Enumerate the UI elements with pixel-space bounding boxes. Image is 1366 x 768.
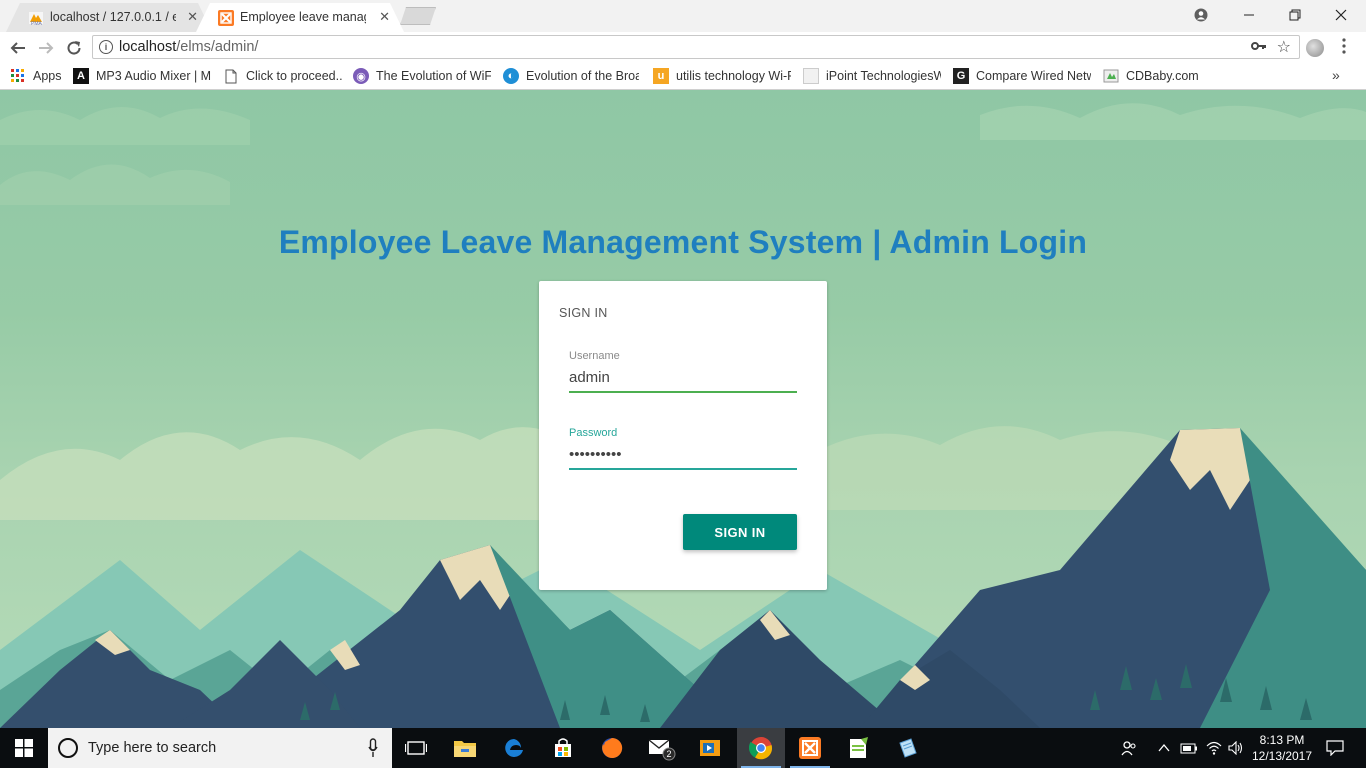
kebab-menu-icon[interactable] — [1340, 38, 1348, 54]
notification-icon[interactable] — [1320, 728, 1350, 768]
bookmark-item[interactable]: G Compare Wired Netw — [953, 67, 1091, 85]
cortana-icon — [58, 738, 78, 758]
xampp-icon — [218, 10, 234, 26]
microphone-icon[interactable] — [368, 738, 378, 758]
password-label: Password — [569, 427, 618, 439]
login-card: SIGN IN Username Password SIGN IN — [539, 281, 827, 590]
card-title: SIGN IN — [559, 306, 608, 320]
password-field[interactable] — [569, 440, 797, 470]
browser-tab-active[interactable]: Employee leave management ✕ — [196, 3, 404, 32]
bookmark-item[interactable]: u utilis technology Wi-F — [653, 67, 791, 85]
url-text: localhost/elms/admin/ — [119, 39, 258, 55]
info-icon[interactable]: i — [99, 40, 113, 54]
profile-icon[interactable] — [1178, 0, 1224, 30]
task-view-icon[interactable] — [392, 728, 440, 768]
media-player-icon[interactable] — [686, 728, 734, 768]
clock-time: 8:13 PM — [1259, 733, 1305, 747]
page-title: Employee Leave Management System | Admin… — [278, 224, 1088, 260]
blank-page-icon — [803, 68, 819, 84]
reload-button[interactable] — [63, 37, 85, 59]
bookmark-label: iPoint TechnologiesW — [826, 69, 941, 83]
notepad-plus-icon[interactable] — [835, 728, 883, 768]
mail-badge: 2 — [667, 749, 672, 759]
bookmark-label: Click to proceed... — [246, 69, 343, 83]
chevron-up-icon[interactable] — [1154, 728, 1174, 768]
back-button[interactable] — [7, 37, 29, 59]
firefox-icon[interactable] — [588, 728, 636, 768]
extension-icon[interactable] — [1306, 39, 1324, 57]
bookmark-label: Evolution of the Broa — [526, 69, 639, 83]
page-icon — [223, 68, 239, 84]
close-window-button[interactable] — [1318, 0, 1364, 30]
mixer-icon: A — [73, 68, 89, 84]
url-path: /elms/admin/ — [176, 39, 259, 55]
system-clock[interactable]: 8:13 PM 12/13/2017 — [1244, 732, 1320, 764]
bookmark-label: The Evolution of WiFi — [376, 69, 491, 83]
mail-icon[interactable]: 2 — [637, 728, 685, 768]
address-bar[interactable]: i localhost/elms/admin/ ☆ — [92, 35, 1300, 59]
edge-icon[interactable] — [490, 728, 538, 768]
u-icon: u — [653, 68, 669, 84]
tab-title: localhost / 127.0.0.1 / elms — [50, 10, 176, 24]
forward-button[interactable] — [35, 37, 57, 59]
windows-taskbar: Type here to search 2 8:13 PM 12/13/2017 — [0, 728, 1366, 768]
new-tab-button[interactable] — [400, 7, 436, 25]
phpmyadmin-icon: PMA — [29, 12, 43, 26]
clock-date: 12/13/2017 — [1251, 749, 1313, 763]
bookmark-item[interactable]: Click to proceed... — [223, 67, 343, 85]
browser-tab[interactable]: PMA localhost / 127.0.0.1 / elms ✕ — [6, 3, 212, 32]
file-explorer-icon[interactable] — [441, 728, 489, 768]
bookmark-label: CDBaby.com — [1126, 69, 1199, 83]
battery-icon[interactable] — [1178, 728, 1200, 768]
search-placeholder: Type here to search — [88, 740, 217, 756]
bookmark-label: MP3 Audio Mixer | M — [96, 69, 211, 83]
url-host: localhost — [119, 39, 177, 55]
page-viewport: Employee Leave Management System | Admin… — [0, 90, 1366, 728]
chrome-icon[interactable] — [737, 728, 785, 768]
bookmark-item[interactable]: ◉ The Evolution of WiFi — [353, 67, 491, 85]
sign-in-button[interactable]: SIGN IN — [683, 514, 797, 550]
bookmark-item[interactable]: A MP3 Audio Mixer | M — [73, 67, 211, 85]
bookmark-item[interactable]: CDBaby.com — [1103, 67, 1203, 85]
chevron-right-icon[interactable]: » — [1332, 67, 1340, 83]
close-icon[interactable]: ✕ — [187, 9, 198, 25]
taskbar-search-box[interactable]: Type here to search — [48, 728, 392, 768]
g-icon: G — [953, 68, 969, 84]
xampp-icon[interactable] — [786, 728, 834, 768]
bookmark-label: utilis technology Wi-F — [676, 69, 791, 83]
windows-start-icon[interactable] — [0, 728, 48, 768]
tab-strip: PMA localhost / 127.0.0.1 / elms ✕ Emplo… — [0, 0, 1366, 32]
globe-icon: ◐ — [503, 68, 519, 84]
username-label: Username — [569, 350, 620, 362]
close-icon[interactable]: ✕ — [379, 9, 390, 25]
bookmark-apps[interactable]: Apps — [10, 67, 62, 85]
bookmark-item[interactable]: ◐ Evolution of the Broa — [503, 67, 639, 85]
bookmarks-bar: Apps A MP3 Audio Mixer | M Click to proc… — [0, 62, 1366, 90]
wifi-icon[interactable] — [1204, 728, 1224, 768]
bookmark-label: Compare Wired Netw — [976, 69, 1091, 83]
app-icon[interactable] — [884, 728, 932, 768]
wifi-globe-icon: ◉ — [353, 68, 369, 84]
people-icon[interactable] — [1118, 728, 1140, 768]
volume-icon[interactable] — [1226, 728, 1246, 768]
tab-title: Employee leave management — [240, 10, 366, 24]
key-icon[interactable] — [1251, 39, 1267, 55]
star-icon[interactable]: ☆ — [1277, 37, 1291, 57]
browser-toolbar: i localhost/elms/admin/ ☆ — [0, 32, 1366, 62]
restore-button[interactable] — [1272, 0, 1318, 30]
cdbaby-icon — [1103, 68, 1119, 84]
apps-grid-icon — [10, 68, 26, 84]
minimize-button[interactable] — [1226, 0, 1272, 30]
bookmark-item[interactable]: iPoint TechnologiesW — [803, 67, 941, 85]
svg-text:PMA: PMA — [31, 21, 43, 26]
bookmark-label: Apps — [33, 69, 62, 83]
username-field[interactable] — [569, 363, 797, 393]
store-icon[interactable] — [539, 728, 587, 768]
